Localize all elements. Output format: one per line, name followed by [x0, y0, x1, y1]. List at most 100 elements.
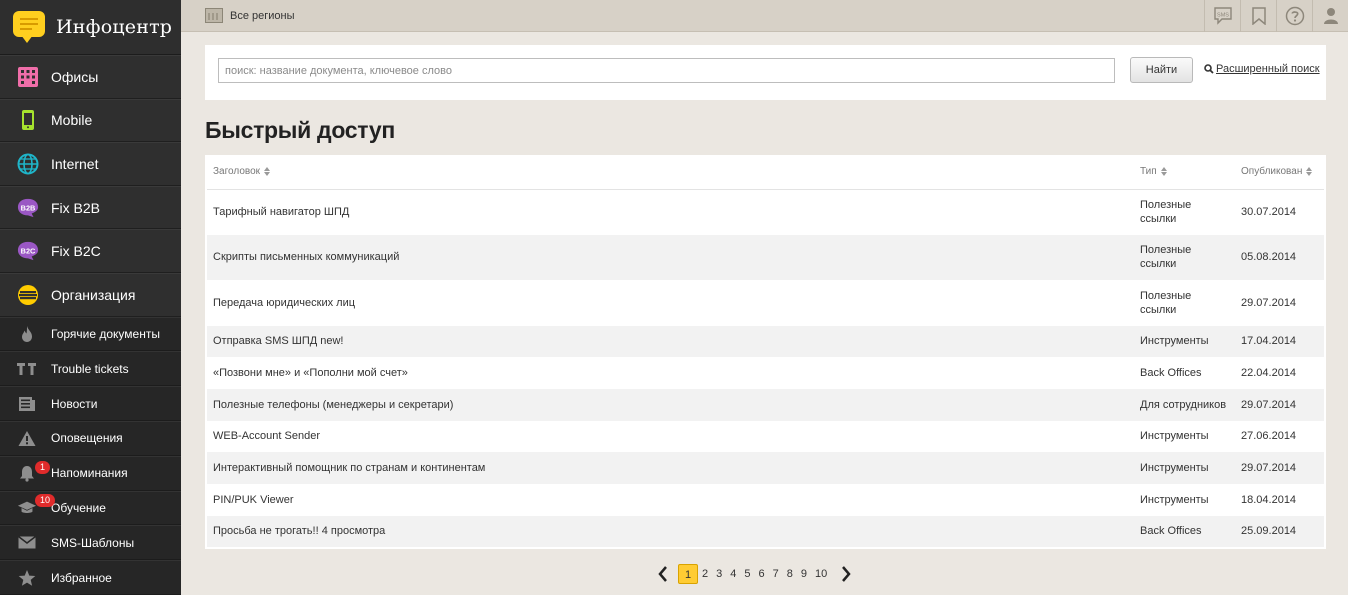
- row-title-link[interactable]: WEB-Account Sender: [207, 421, 1134, 453]
- row-type: Back Offices: [1134, 515, 1235, 548]
- sidebar-item-sms-templates[interactable]: SMS-Шаблоны: [0, 525, 181, 561]
- row-title-link[interactable]: Передача юридических лиц: [207, 280, 1134, 326]
- svg-text:SMS: SMS: [1217, 13, 1229, 19]
- page-8-button[interactable]: 8: [783, 564, 797, 584]
- page-1-button[interactable]: 1: [678, 564, 698, 584]
- sidebar-item-label: Обучение: [51, 500, 106, 515]
- sidebar-sub-nav: Горячие документы Trouble tickets Новост…: [0, 316, 181, 595]
- reminders-count-badge: 1: [35, 460, 51, 474]
- row-title-link[interactable]: «Позвони мне» и «Пополни мой счет»: [207, 357, 1134, 389]
- table-row[interactable]: WEB-Account Sender Инструменты 27.06.201…: [207, 421, 1324, 453]
- row-title-link[interactable]: Тарифный навигатор ШПД: [207, 189, 1134, 235]
- envelope-icon: [17, 534, 37, 552]
- row-type-line: Полезные: [1140, 289, 1192, 302]
- row-type: Инструменты: [1140, 430, 1209, 443]
- column-header-label: Тип: [1140, 166, 1157, 178]
- column-header-title[interactable]: Заголовок: [207, 155, 1134, 190]
- sidebar-item-fix-b2c[interactable]: B2C Fix B2C: [0, 229, 181, 273]
- column-header-label: Заголовок: [213, 166, 261, 178]
- top-bar: Все регионы SMS: [181, 0, 1348, 32]
- search-button[interactable]: Найти: [1130, 57, 1193, 83]
- offices-icon: [17, 66, 39, 88]
- table-row[interactable]: PIN/PUK Viewer Инструменты 18.04.2014: [207, 484, 1324, 516]
- row-type: Back Offices: [1140, 367, 1202, 380]
- page-10-button[interactable]: 10: [811, 564, 831, 584]
- top-icon-bar: SMS: [1204, 0, 1348, 32]
- row-date: 29.07.2014: [1235, 452, 1324, 484]
- mobile-icon: [17, 109, 39, 131]
- sidebar-item-organization[interactable]: Организация: [0, 272, 181, 317]
- table-row[interactable]: Передача юридических лиц Полезные ссылки …: [207, 280, 1324, 326]
- sidebar-item-label: Организация: [51, 286, 136, 303]
- user-icon[interactable]: [1312, 0, 1348, 32]
- svg-text:B2B: B2B: [21, 203, 36, 212]
- table-row[interactable]: Просьба не трогать!! 4 просмотра Back Of…: [207, 515, 1324, 548]
- sidebar-item-internet[interactable]: Internet: [0, 142, 181, 186]
- sidebar-item-offices[interactable]: Офисы: [0, 55, 181, 99]
- sidebar-item-reminders[interactable]: Напоминания 1: [0, 455, 181, 491]
- page-5-button[interactable]: 5: [740, 564, 754, 584]
- row-title-link[interactable]: Интерактивный помощник по странам и конт…: [207, 452, 1134, 484]
- sort-icon: [1306, 167, 1313, 177]
- sidebar-item-label: SMS-Шаблоны: [51, 535, 135, 550]
- page-3-button[interactable]: 3: [712, 564, 726, 584]
- quick-access-table: Заголовок Тип Опубликован Тарифный навиг…: [205, 155, 1326, 549]
- sidebar-item-mobile[interactable]: Mobile: [0, 98, 181, 143]
- search-input[interactable]: [218, 58, 1115, 83]
- sidebar-item-label: Избранное: [51, 570, 112, 585]
- column-header-published[interactable]: Опубликован: [1235, 155, 1324, 190]
- row-title-link[interactable]: Полезные телефоны (менеджеры и секретари…: [207, 388, 1134, 421]
- graduation-cap-icon: [17, 499, 37, 517]
- table-row[interactable]: Скрипты письменных коммуникаций Полезные…: [207, 234, 1324, 280]
- advanced-search-link[interactable]: Расширенный поиск: [1204, 63, 1320, 75]
- sidebar-item-fix-b2b[interactable]: B2B Fix B2B: [0, 185, 181, 230]
- row-title-link[interactable]: PIN/PUK Viewer: [207, 484, 1134, 516]
- row-type: Полезные ссылки: [1134, 189, 1235, 235]
- infocenter-logo-icon: [13, 11, 45, 43]
- row-type-line: Полезные: [1140, 244, 1192, 257]
- region-selector[interactable]: Все регионы: [205, 8, 295, 23]
- table-row[interactable]: «Позвони мне» и «Пополни мой счет» Back …: [207, 357, 1324, 389]
- chevron-left-icon[interactable]: [656, 563, 670, 585]
- row-type-line: ссылки: [1140, 303, 1177, 316]
- row-title-link[interactable]: Отправка SMS ШПД new!: [207, 325, 1134, 358]
- sidebar-item-news[interactable]: Новости: [0, 386, 181, 421]
- table-row[interactable]: Полезные телефоны (менеджеры и секретари…: [207, 388, 1324, 421]
- bell-icon: [17, 464, 37, 482]
- page-9-button[interactable]: 9: [797, 564, 811, 584]
- row-title-link[interactable]: Скрипты письменных коммуникаций: [207, 234, 1134, 280]
- column-header-type[interactable]: Тип: [1134, 155, 1235, 190]
- sidebar-item-favorites[interactable]: Избранное: [0, 560, 181, 595]
- sidebar: Инфоцентр Офисы Mobile Internet B2B Fix …: [0, 0, 181, 595]
- page-2-button[interactable]: 2: [698, 564, 712, 584]
- sidebar-item-alerts[interactable]: Оповещения: [0, 420, 181, 456]
- star-icon: [17, 569, 37, 587]
- globe-icon: [17, 153, 39, 175]
- row-title-link[interactable]: Просьба не трогать!! 4 просмотра: [207, 515, 1134, 548]
- page-6-button[interactable]: 6: [755, 564, 769, 584]
- organization-icon: [17, 284, 39, 306]
- chevron-right-icon[interactable]: [839, 563, 853, 585]
- bookmark-icon[interactable]: [1240, 0, 1276, 32]
- sms-icon[interactable]: SMS: [1204, 0, 1240, 32]
- table-row[interactable]: Интерактивный помощник по странам и конт…: [207, 452, 1324, 484]
- table-row[interactable]: Отправка SMS ШПД new! Инструменты 17.04.…: [207, 325, 1324, 358]
- help-icon[interactable]: [1276, 0, 1312, 32]
- column-header-label: Опубликован: [1241, 166, 1303, 178]
- sidebar-item-label: Fix B2B: [51, 199, 101, 216]
- region-label: Все регионы: [230, 9, 295, 22]
- table-header-row: Заголовок Тип Опубликован: [207, 155, 1324, 190]
- sidebar-item-label: Fix B2C: [51, 243, 101, 260]
- sidebar-item-trouble-tickets[interactable]: Trouble tickets: [0, 351, 181, 387]
- app-title: Инфоцентр: [56, 16, 173, 38]
- sidebar-item-hot-documents[interactable]: Горячие документы: [0, 316, 181, 352]
- brand[interactable]: Инфоцентр: [0, 0, 181, 55]
- table-row[interactable]: Тарифный навигатор ШПД Полезные ссылки 30…: [207, 189, 1324, 235]
- search-panel: Найти Расширенный поиск: [205, 45, 1326, 100]
- row-date: 05.08.2014: [1235, 234, 1324, 280]
- row-type-line: Полезные: [1140, 199, 1192, 211]
- page-7-button[interactable]: 7: [769, 564, 783, 584]
- sidebar-item-label: Горячие документы: [51, 326, 160, 341]
- page-4-button[interactable]: 4: [726, 564, 740, 584]
- sidebar-item-training[interactable]: Обучение 10: [0, 490, 181, 526]
